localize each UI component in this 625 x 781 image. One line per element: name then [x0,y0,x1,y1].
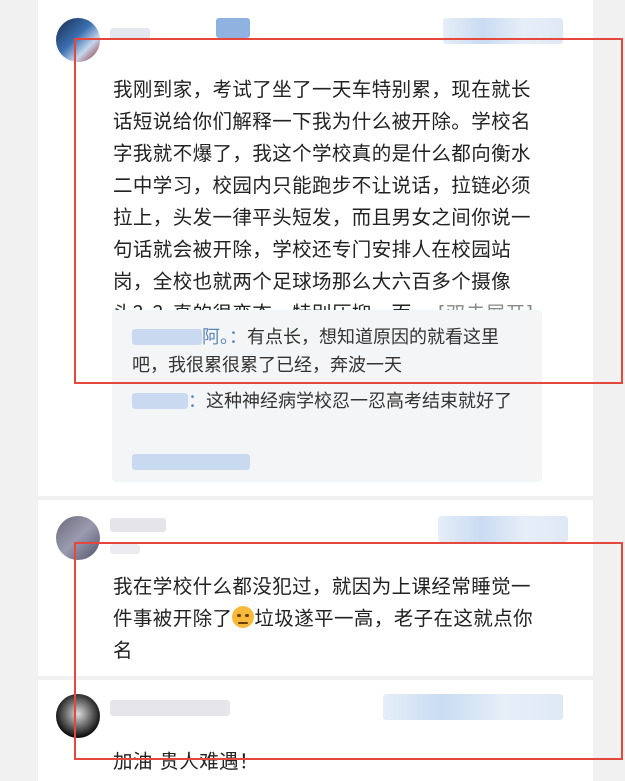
highlight-box [74,542,623,760]
reply-name[interactable]: ： [188,391,206,412]
reply-item[interactable]: ：这种神经病学校忍一忍高考结束就好了 [132,388,532,416]
reply-username-blurred [132,393,188,409]
highlight-box [74,38,623,384]
username-blurred[interactable] [216,18,250,38]
username-blurred[interactable] [110,518,166,532]
reply-text: 这种神经病学校忍一忍高考结束就好了 [206,391,512,412]
more-replies-blurred[interactable] [132,454,250,470]
action-icons-blurred[interactable] [438,516,568,542]
